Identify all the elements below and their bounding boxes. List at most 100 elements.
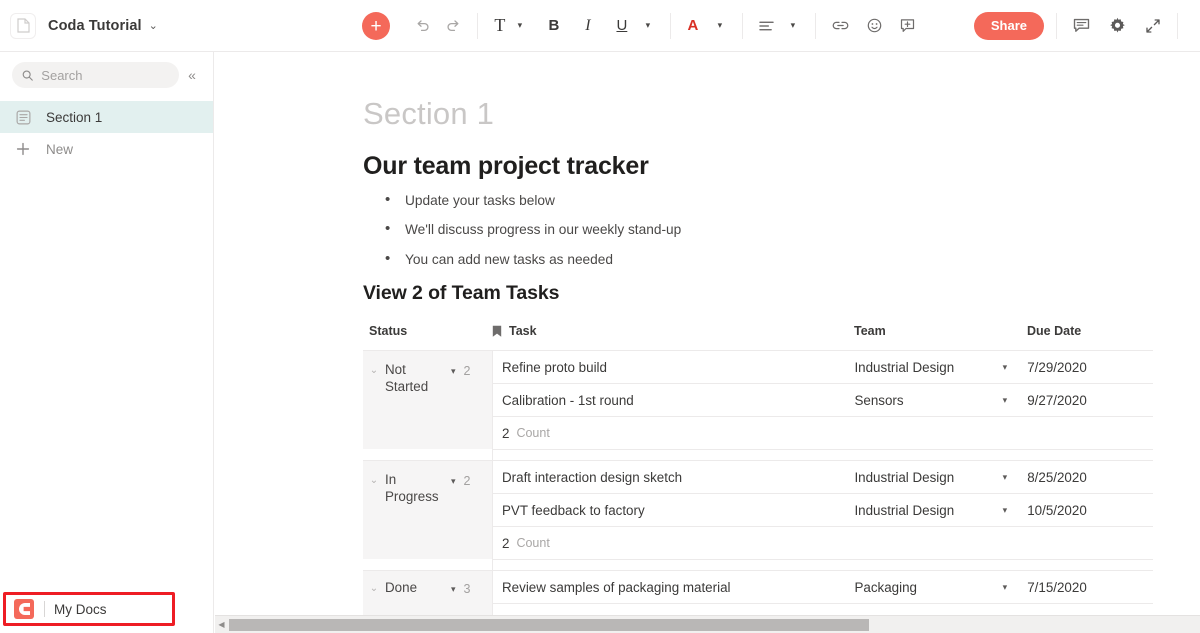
text-color-chevron-down-icon[interactable]: ▾ (710, 12, 730, 40)
cell-due-date[interactable]: 7/15/2020 (1027, 580, 1153, 595)
column-header-due-date[interactable]: Due Date (1027, 324, 1153, 338)
cell-team[interactable]: Industrial Design ▾ (854, 503, 1027, 518)
cell-due-date[interactable]: 7/29/2020 (1027, 360, 1153, 375)
link-icon[interactable] (828, 12, 853, 40)
table-row[interactable]: PVT feedback to factory Industrial Desig… (493, 493, 1153, 526)
group-collapse-chevron-icon[interactable]: ⌄ (363, 362, 385, 376)
my-docs-divider (44, 601, 45, 617)
cell-team[interactable]: Industrial Design ▾ (854, 360, 1027, 375)
table-row[interactable]: Draft interaction design sketch Industri… (493, 460, 1153, 493)
gear-icon[interactable] (1105, 12, 1130, 40)
link-glyph (832, 21, 849, 30)
insert-comment-icon[interactable] (896, 12, 919, 40)
column-header-task[interactable]: Task (492, 324, 854, 338)
group-collapse-chevron-icon[interactable]: ⌄ (363, 472, 385, 486)
toolbar-divider-5 (1056, 12, 1057, 39)
bookmark-icon (492, 325, 502, 338)
align-glyph (759, 21, 774, 30)
text-style-button[interactable]: T (490, 12, 510, 40)
cell-due-date[interactable]: 9/27/2020 (1027, 393, 1153, 408)
emoji-glyph (867, 18, 882, 33)
team-chevron-down-icon[interactable]: ▾ (1003, 362, 1008, 373)
document-icon[interactable] (10, 12, 36, 39)
list-item: You can add new tasks as needed (385, 251, 1200, 267)
group-header-not-started[interactable]: ⌄ Not Started ▾ 2 (363, 350, 492, 450)
list-item: We'll discuss progress in our weekly sta… (385, 221, 1200, 237)
count-value: 2 (502, 535, 510, 551)
insert-add-button[interactable]: + (362, 12, 390, 40)
redo-glyph (447, 20, 459, 32)
underline-chevron-down-icon[interactable]: ▾ (638, 12, 658, 40)
comment-glyph (1073, 18, 1090, 32)
emoji-icon[interactable] (863, 12, 886, 40)
group-count: 3 (463, 582, 471, 597)
table-row[interactable]: Calibration - 1st round Sensors ▾ 9/27/2… (493, 383, 1153, 416)
toolbar-divider-2 (669, 12, 671, 39)
search-box[interactable] (12, 62, 179, 88)
expand-icon[interactable] (1141, 12, 1165, 40)
page-title: Section 1 (363, 96, 495, 131)
table-row[interactable]: Refine proto build Industrial Design ▾ 7… (493, 350, 1153, 383)
cell-task[interactable]: PVT feedback to factory (493, 503, 854, 518)
cell-team-value: Sensors (854, 392, 904, 408)
team-chevron-down-icon[interactable]: ▾ (1003, 395, 1008, 406)
cell-task[interactable]: Review samples of packaging material (493, 580, 854, 595)
document-title[interactable]: Coda Tutorial (48, 18, 142, 34)
text-color-button[interactable]: A (683, 12, 703, 40)
table-body: ⌄ Not Started ▾ 2 ⌄ In Progress ▾ 2 ⌄ Do… (363, 350, 1153, 615)
cell-team[interactable]: Sensors ▾ (854, 393, 1027, 408)
cell-task[interactable]: Calibration - 1st round (493, 393, 854, 408)
redo-icon[interactable] (442, 12, 465, 40)
group-label: In Progress (385, 472, 439, 504)
column-header-status[interactable]: Status (363, 324, 492, 338)
my-docs-label: My Docs (54, 601, 107, 617)
undo-icon[interactable] (411, 12, 434, 40)
group-header-done[interactable]: ⌄ Done ▾ 3 (363, 570, 492, 615)
group-count: 2 (463, 474, 471, 489)
cell-task[interactable]: Draft interaction design sketch (493, 470, 854, 485)
column-header-team[interactable]: Team (854, 324, 1027, 338)
sidebar-item-section-1[interactable]: Section 1 (0, 101, 213, 133)
table-row[interactable]: FAQs drafted Sensors ▾ 9/26/2020 (493, 603, 1153, 615)
document-menu-chevron-icon[interactable]: ⌄ (149, 19, 158, 32)
cell-team[interactable]: Industrial Design ▾ (854, 470, 1027, 485)
text-style-chevron-down-icon[interactable]: ▾ (510, 12, 530, 40)
comment-icon[interactable] (1069, 12, 1094, 40)
align-chevron-down-icon[interactable]: ▾ (783, 12, 803, 40)
team-chevron-down-icon[interactable]: ▾ (1003, 505, 1008, 516)
group-count-row[interactable]: 2 Count (493, 416, 1153, 449)
gear-glyph (1110, 17, 1125, 33)
search-input[interactable] (41, 67, 169, 83)
group-collapse-chevron-icon[interactable]: ⌄ (363, 580, 385, 594)
bold-button[interactable]: B (544, 12, 564, 40)
sidebar-item-new[interactable]: New (0, 133, 213, 165)
group-dropdown-chevron-icon[interactable]: ▾ (451, 580, 456, 595)
collapse-sidebar-icon[interactable]: « (179, 62, 205, 88)
cell-due-date[interactable]: 10/5/2020 (1027, 503, 1153, 518)
undo-glyph (417, 20, 429, 32)
align-icon[interactable] (755, 12, 778, 40)
group-count-row[interactable]: 2 Count (493, 526, 1153, 559)
italic-button[interactable]: I (578, 12, 598, 40)
cell-team[interactable]: Packaging ▾ (854, 580, 1027, 595)
group-header-in-progress[interactable]: ⌄ In Progress ▾ 2 (363, 460, 492, 560)
team-chevron-down-icon[interactable]: ▾ (1003, 582, 1008, 593)
group-dropdown-chevron-icon[interactable]: ▾ (451, 472, 456, 487)
search-row: « (12, 62, 205, 88)
horizontal-scrollbar-thumb[interactable] (229, 618, 869, 631)
table-row[interactable]: Review samples of packaging material Pac… (493, 570, 1153, 603)
group-dropdown-chevron-icon[interactable]: ▾ (451, 362, 456, 377)
my-docs-highlight-box: My Docs (3, 592, 175, 626)
underline-button[interactable]: U (612, 12, 632, 40)
cell-due-date[interactable]: 8/25/2020 (1027, 470, 1153, 485)
team-chevron-down-icon[interactable]: ▾ (1003, 472, 1008, 483)
cell-task[interactable]: Refine proto build (493, 360, 854, 375)
share-button[interactable]: Share (973, 11, 1044, 40)
scroll-left-arrow-icon[interactable]: ◀ (215, 620, 228, 629)
page-content: Section 1 Our team project tracker Updat… (215, 52, 1200, 615)
group-spacer (493, 559, 1153, 570)
my-docs-button[interactable]: My Docs (6, 595, 172, 623)
sidebar-nav: Section 1 New (0, 101, 213, 165)
doc-heading: Our team project tracker (363, 152, 649, 180)
horizontal-scrollbar[interactable]: ◀ (215, 615, 1200, 633)
